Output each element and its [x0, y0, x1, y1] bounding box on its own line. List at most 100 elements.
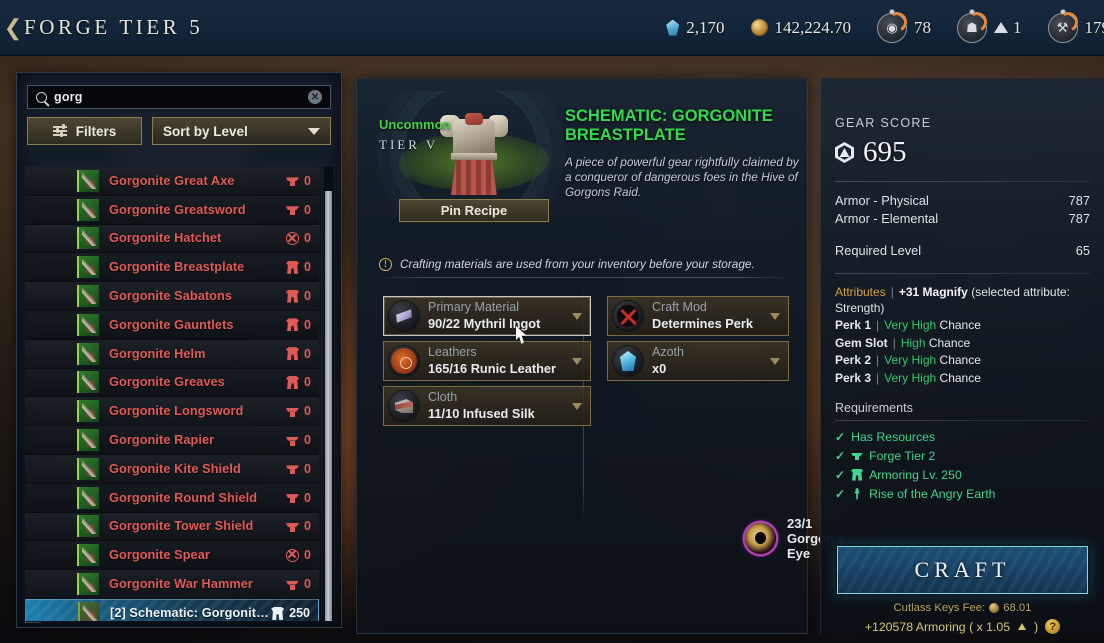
list-item[interactable]: Gorgonite War Hammer 0: [25, 570, 319, 599]
scrollbar-thumb[interactable]: [325, 191, 332, 621]
list-item[interactable]: Gorgonite Helm 0: [25, 339, 319, 369]
materials-notice-text: Crafting materials are used from your in…: [400, 257, 755, 271]
stat-row: Armor - Elemental 787: [835, 209, 1090, 227]
requirement-label: Armoring Lv. 250: [869, 467, 962, 482]
list-item[interactable]: Gorgonite Round Shield 0: [25, 483, 319, 513]
armor-icon: [286, 289, 300, 303]
item-icon: [77, 544, 99, 567]
list-item[interactable]: [2] Schematic: Gorgonite ... 250: [25, 598, 319, 621]
list-item-quantity-value: 0: [304, 173, 311, 188]
armoring-amount: 1: [1013, 17, 1022, 37]
gear-score-row: 695: [835, 138, 1090, 167]
item-icon: [77, 486, 99, 509]
anvil-icon: [286, 491, 299, 504]
item-icon: [77, 573, 99, 596]
list-item-label: Gorgonite Hatchet: [109, 231, 222, 246]
currency-weaponsmithing[interactable]: ⚒ 179: [1047, 8, 1104, 43]
item-icon: [78, 602, 100, 621]
requirements-title: Requirements: [835, 401, 913, 415]
item-description: A piece of powerful gear rightfully clai…: [565, 155, 799, 199]
chevron-down-icon[interactable]: [572, 402, 582, 410]
panel-corner-decoration: [25, 607, 41, 623]
list-item[interactable]: Gorgonite Gauntlets 0: [25, 310, 319, 340]
chevron-down-icon[interactable]: [572, 357, 582, 365]
chevron-down-icon[interactable]: [770, 312, 780, 320]
search-input[interactable]: gorg ✕: [27, 85, 331, 109]
currency-level[interactable]: ◉ 78: [877, 8, 931, 43]
currency-armoring[interactable]: ☗ 1: [957, 8, 1022, 43]
gear-score-badge-icon: [835, 142, 854, 163]
craft-fee-label: Cutlass Keys Fee:: [893, 602, 986, 614]
pin-recipe-button[interactable]: Pin Recipe: [399, 199, 549, 222]
list-item-label: Gorgonite Round Shield: [109, 490, 258, 505]
currency-bar: 2,170 142,224.70 ◉ 78 ☗ 1 ⚒ 17: [666, 8, 1104, 43]
sort-label: Sort by Level: [162, 123, 248, 139]
coin-amount: 142,224.70: [774, 17, 852, 37]
list-item[interactable]: Gorgonite Tower Shield 0: [25, 512, 319, 542]
list-item[interactable]: Gorgonite Spear 0: [25, 541, 319, 571]
list-item[interactable]: Gorgonite Longsword 0: [25, 397, 319, 427]
list-scrollbar[interactable]: [324, 167, 333, 621]
currency-coins[interactable]: 142,224.70: [750, 17, 852, 38]
list-item-label: Gorgonite War Hammer: [109, 577, 253, 592]
requirements-divider: [835, 420, 1090, 421]
list-item-quantity-value: 0: [304, 202, 311, 217]
filters-label: Filters: [75, 123, 117, 139]
material-slot-label: Leathers: [428, 345, 477, 360]
anvil-icon: [851, 450, 863, 462]
armor-icon: [286, 260, 300, 274]
list-item-label: Gorgonite Kite Shield: [109, 461, 241, 476]
weaponsmithing-amount: 179: [1084, 17, 1104, 37]
list-item-quantity: 0: [286, 375, 311, 389]
material-slot-label: Cloth: [428, 390, 458, 405]
list-item[interactable]: Gorgonite Rapier 0: [25, 426, 319, 455]
craft-button[interactable]: CRAFT: [835, 544, 1090, 596]
perk-row: Perk 3 | Very High Chance: [835, 370, 981, 385]
gem-icon: [666, 19, 680, 36]
armor-icon: [271, 606, 285, 620]
back-button[interactable]: ❮: [2, 16, 24, 39]
item-icon: [77, 429, 99, 452]
material-slot-value: 11/10 Infused Silk: [428, 405, 535, 421]
list-item[interactable]: Gorgonite Hatchet 0: [25, 224, 319, 254]
chevron-down-icon: [308, 127, 320, 135]
perk-row: Perk 2 | Very High Chance: [835, 353, 981, 367]
item-title: SCHEMATIC: GORGONITE BREASTPLATE: [565, 107, 773, 144]
material-slot-value: 165/16 Runic Leather: [428, 360, 557, 376]
material-slot[interactable]: Craft Mod Determines Perk: [607, 296, 789, 336]
sort-dropdown[interactable]: Sort by Level: [151, 117, 331, 145]
filters-button[interactable]: Filters: [27, 117, 142, 145]
list-item-quantity: 0: [286, 491, 311, 505]
material-slot[interactable]: Cloth 11/10 Infused Silk: [383, 386, 591, 426]
list-item[interactable]: Gorgonite Kite Shield 0: [25, 454, 319, 484]
perk-chance: Very High: [884, 370, 937, 385]
gorgon-eye-icon: [745, 523, 776, 554]
clear-icon[interactable]: ✕: [308, 90, 322, 104]
item-icon: [77, 169, 99, 192]
anvil-icon: [286, 405, 299, 418]
material-slot[interactable]: Leathers 165/16 Runic Leather: [383, 341, 591, 381]
perk-chance-suffix: Chance: [939, 353, 981, 367]
chevron-down-icon[interactable]: [770, 357, 780, 365]
chevron-down-icon[interactable]: [572, 312, 582, 320]
material-slot[interactable]: Azoth x0: [607, 341, 789, 381]
list-item[interactable]: Gorgonite Greatsword 0: [25, 195, 319, 225]
perk-chance-suffix: Chance: [939, 318, 981, 332]
question-mark-icon[interactable]: ?: [1045, 619, 1061, 634]
list-item[interactable]: Gorgonite Greaves 0: [25, 368, 319, 398]
check-icon: ✓: [835, 486, 846, 501]
item-icon: [77, 342, 99, 365]
check-icon: ✓: [835, 467, 846, 482]
list-item[interactable]: Gorgonite Great Axe 0: [25, 167, 319, 196]
currency-gems[interactable]: 2,170: [666, 18, 725, 38]
craft-xp-text: +120578 Armoring ( x 1.05: [864, 619, 1011, 634]
info-icon: !: [379, 257, 392, 271]
attributes-row: Attributes | +31 Magnify (selected attribu…: [835, 285, 1070, 315]
list-item[interactable]: Gorgonite Breastplate 0: [25, 253, 319, 283]
attributes-key: Attributes: [835, 285, 886, 299]
list-item[interactable]: Gorgonite Sabatons 0: [25, 282, 319, 311]
armor-icon: [286, 375, 300, 389]
material-slot[interactable]: Primary Material 90/22 Mythril Ingot: [383, 296, 591, 336]
check-icon: ✓: [835, 448, 846, 463]
materials-notice: ! Crafting materials are used from your …: [379, 257, 789, 271]
